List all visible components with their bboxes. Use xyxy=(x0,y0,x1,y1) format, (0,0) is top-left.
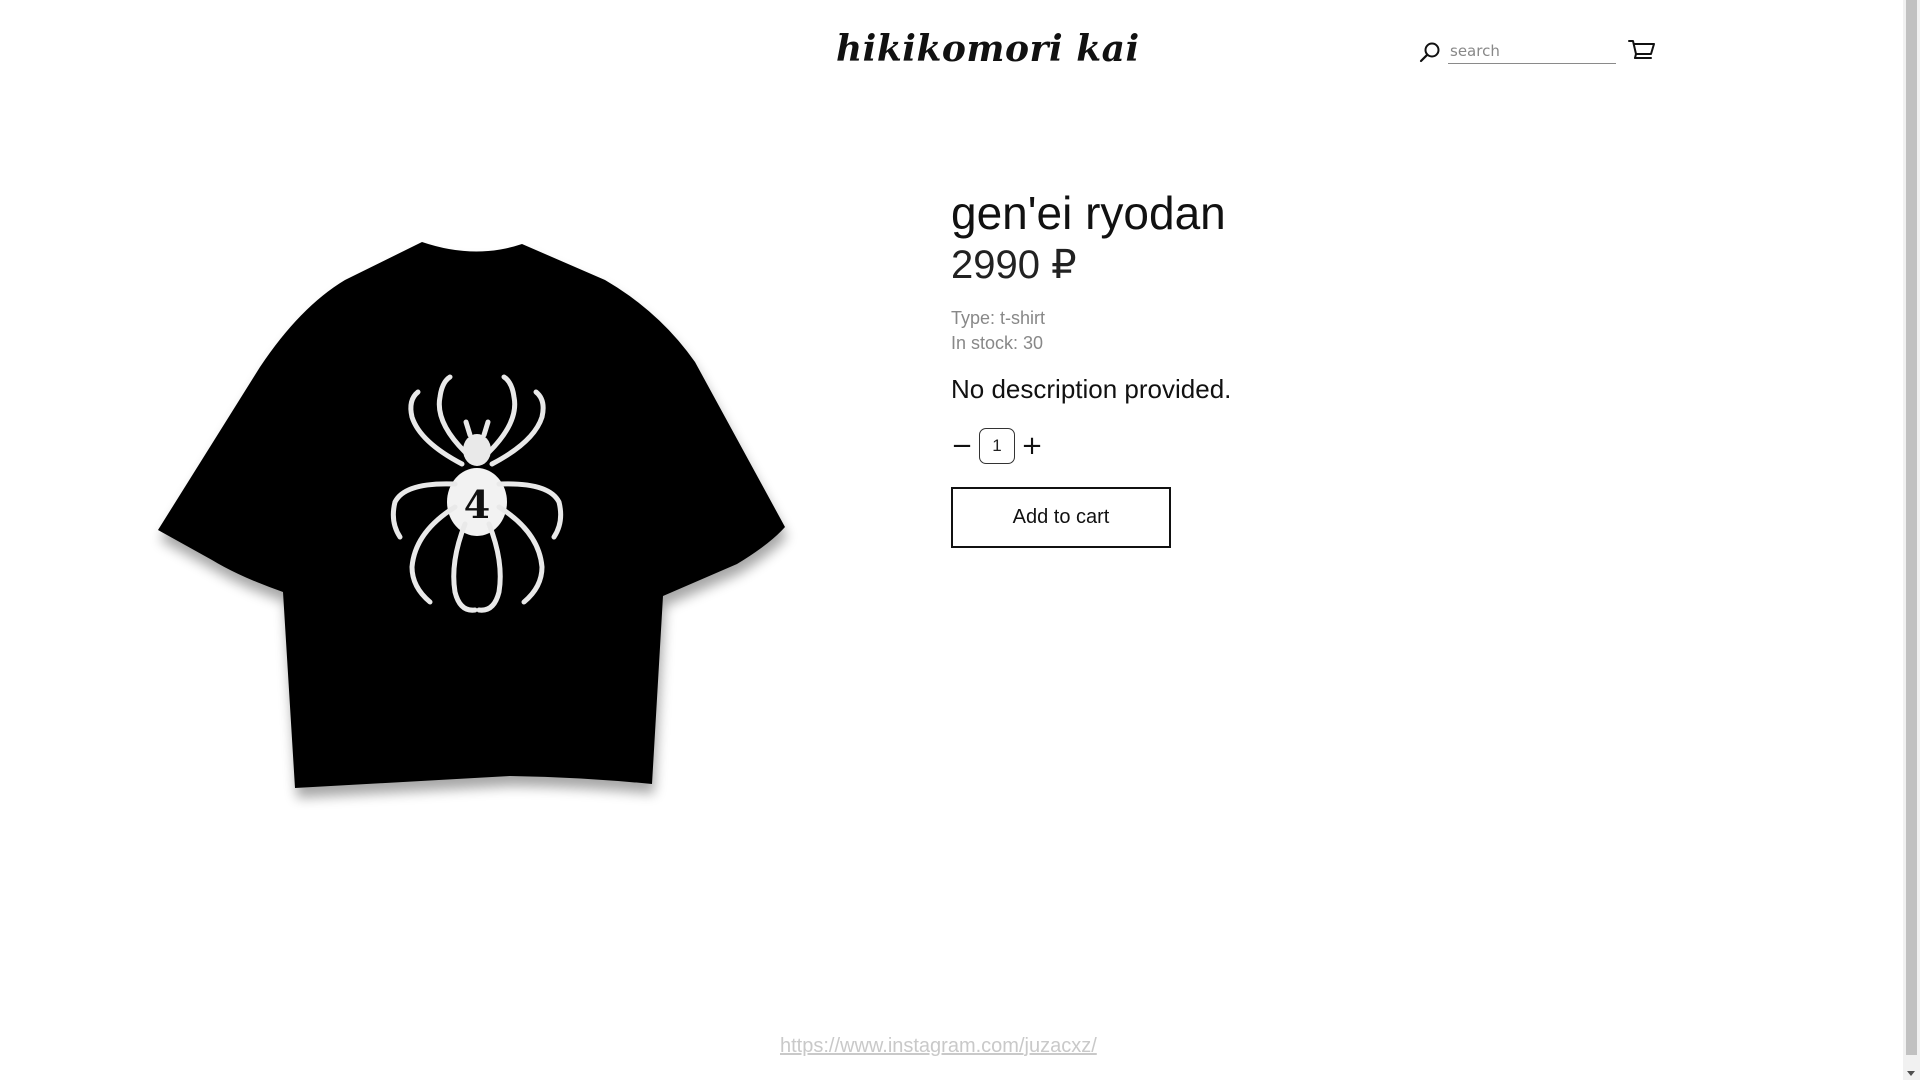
product-description: No description provided. xyxy=(951,374,1232,404)
decrease-quantity-button[interactable]: − xyxy=(951,427,973,465)
product-page: hikikomori kai search 4 gen'ei ryodan 29… xyxy=(0,0,1903,1080)
spider-number: 4 xyxy=(464,482,490,527)
scrollbar-thumb[interactable] xyxy=(1906,0,1917,1055)
search-bar xyxy=(1418,38,1616,66)
product-stock: In stock: 30 xyxy=(951,333,1044,353)
page-scrollbar[interactable] xyxy=(1903,0,1920,1080)
product-price: 2990 ₽ xyxy=(951,243,1077,287)
cart-icon[interactable] xyxy=(1628,38,1656,64)
product-type: Type: t-shirt xyxy=(951,308,1046,328)
site-logo[interactable]: hikikomori kai xyxy=(836,28,1140,70)
product-image: 4 xyxy=(158,242,785,788)
increase-quantity-button[interactable]: + xyxy=(1021,427,1043,465)
product-meta: Type: t-shirt In stock: 30 xyxy=(951,306,1045,356)
search-icon[interactable] xyxy=(1418,40,1442,64)
search-input[interactable] xyxy=(1448,40,1616,64)
scroll-down-arrow-icon[interactable] xyxy=(1907,1071,1915,1076)
product-title: gen'ei ryodan xyxy=(951,187,1226,239)
instagram-link[interactable]: https://www.instagram.com/juzacxz/ xyxy=(780,1035,1097,1058)
add-to-cart-button[interactable]: Add to cart xyxy=(951,487,1171,548)
quantity-stepper: − 1 + xyxy=(951,427,1043,465)
quantity-input[interactable]: 1 xyxy=(979,428,1015,464)
